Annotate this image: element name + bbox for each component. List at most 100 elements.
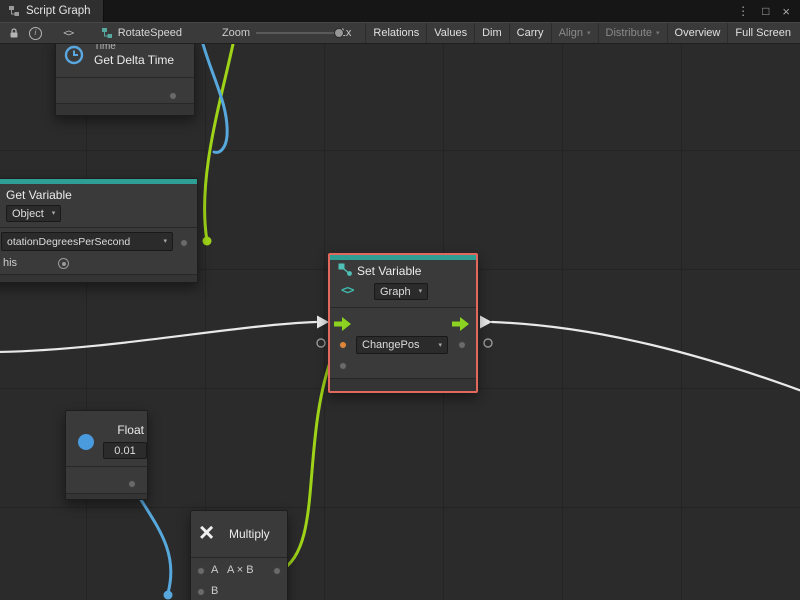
variable-header-strip	[330, 255, 476, 260]
align-label: Align	[559, 27, 583, 39]
carry-button[interactable]: Carry	[509, 23, 551, 43]
overview-label: Overview	[675, 27, 721, 39]
input-b-label: B	[211, 585, 218, 597]
variable-scope-dropdown[interactable]: Object ▾	[6, 205, 61, 222]
value-input-port[interactable]	[338, 340, 348, 350]
delta-time-output-port[interactable]	[168, 91, 178, 101]
values-button[interactable]: Values	[426, 23, 474, 43]
tab-title: Script Graph	[26, 5, 91, 17]
node-multiply[interactable]: × Multiply A A × B B	[190, 510, 288, 600]
fullscreen-label: Full Screen	[735, 27, 791, 39]
wire-green-endpoint[interactable]	[203, 237, 212, 246]
node-set-variable[interactable]: Set Variable <> Graph ▾ ChangePos ▾	[328, 253, 478, 393]
zoom-slider-track	[256, 32, 334, 34]
divider	[0, 227, 197, 228]
node-category: Time	[94, 44, 116, 52]
wire-flow-in[interactable]	[0, 322, 316, 352]
multiply-input-a-port[interactable]	[196, 566, 206, 576]
float-icon	[78, 434, 94, 450]
distribute-label: Distribute	[606, 27, 652, 39]
distribute-button[interactable]: Distribute ▾	[598, 23, 667, 43]
overview-button[interactable]: Overview	[667, 23, 728, 43]
graph-reference[interactable]: RotateSpeed	[101, 27, 182, 39]
wire-flow-out[interactable]	[492, 322, 800, 391]
float-output-port[interactable]	[127, 479, 137, 489]
dim-label: Dim	[482, 27, 502, 39]
input-ring-icon	[317, 339, 325, 347]
dim-button[interactable]: Dim	[474, 23, 509, 43]
node-get-delta-time[interactable]: Time Get Delta Time	[55, 44, 195, 116]
align-button[interactable]: Align ▾	[551, 23, 598, 43]
float-value: 0.01	[114, 445, 135, 457]
node-float[interactable]: Float 0.01	[65, 410, 148, 500]
close-icon[interactable]: ×	[782, 5, 790, 18]
wire-blue-top[interactable]	[203, 44, 227, 152]
divider	[56, 77, 194, 78]
node-footer	[0, 274, 197, 282]
zoom-slider-knob[interactable]	[334, 28, 344, 38]
divider	[66, 466, 147, 467]
fullscreen-button[interactable]: Full Screen	[727, 23, 798, 43]
values-label: Values	[434, 27, 467, 39]
unity-script-graph-window: Script Graph ⋮ □ × i <> Rotate	[0, 0, 800, 600]
window-controls: ⋮ □ ×	[737, 0, 800, 22]
code-icon[interactable]: <>	[60, 24, 77, 42]
variable-header-strip	[0, 179, 197, 184]
multiply-output-port[interactable]	[272, 566, 282, 576]
flow-out-arrowhead-icon	[480, 316, 492, 329]
variable-icon	[338, 263, 353, 277]
relations-button[interactable]: Relations	[365, 23, 426, 43]
target-picker-icon[interactable]	[58, 258, 69, 269]
divider	[330, 307, 476, 308]
wire-multiply-to-setvariable[interactable]	[280, 351, 334, 571]
node-footer	[66, 493, 147, 499]
node-title: Get Variable	[6, 188, 72, 202]
chevron-down-icon: ▾	[656, 30, 660, 37]
variable-name-dropdown[interactable]: ChangePos ▾	[356, 336, 448, 354]
info-icon[interactable]: i	[27, 24, 44, 42]
node-footer	[330, 378, 476, 391]
chevron-down-icon: ▾	[52, 210, 56, 217]
variable-value-output-port[interactable]	[179, 238, 189, 248]
wire-green-top[interactable]	[205, 44, 233, 241]
input-a-label: A	[211, 564, 218, 576]
node-title: Set Variable	[357, 264, 421, 278]
tab-bar: Script Graph ⋮ □ ×	[0, 0, 800, 22]
node-title: Float	[106, 423, 144, 437]
variable-scope-dropdown[interactable]: Graph ▾	[374, 283, 428, 300]
output-ring-icon	[484, 339, 492, 347]
variable-name-label: otationDegreesPerSecond	[7, 236, 130, 248]
flow-input-port[interactable]	[334, 317, 351, 331]
graph-toolbar: i <> RotateSpeed Zoom 1x Relations Value…	[0, 22, 800, 44]
clock-icon	[64, 45, 84, 65]
value-output-port[interactable]	[457, 340, 467, 350]
target-input-port[interactable]	[338, 361, 348, 371]
chevron-down-icon: ▾	[163, 238, 167, 245]
divider	[191, 557, 287, 558]
flow-output-port[interactable]	[452, 317, 469, 331]
variable-name-dropdown[interactable]: otationDegreesPerSecond ▾	[1, 232, 173, 251]
chevron-down-icon: ▾	[438, 342, 442, 349]
graph-asset-icon	[101, 27, 113, 39]
window-menu-icon[interactable]: ⋮	[737, 5, 749, 17]
graph-name: RotateSpeed	[118, 27, 182, 39]
chevron-down-icon: ▾	[587, 30, 591, 37]
node-title: Get Delta Time	[94, 53, 174, 67]
lock-icon-glyph	[8, 27, 20, 39]
zoom-slider[interactable]	[256, 26, 334, 40]
node-title: Multiply	[229, 527, 270, 541]
scope-label: Object	[12, 208, 44, 220]
carry-label: Carry	[517, 27, 544, 39]
script-graph-icon	[8, 5, 20, 17]
tab-script-graph[interactable]: Script Graph	[0, 0, 104, 22]
maximize-icon[interactable]: □	[762, 5, 769, 17]
lock-icon[interactable]	[6, 24, 23, 42]
chevron-down-icon: ▾	[419, 288, 423, 295]
multiply-input-b-port[interactable]	[196, 587, 206, 597]
node-get-variable[interactable]: Get Variable Object ▾ otationDegreesPerS…	[0, 178, 198, 283]
graph-canvas[interactable]: Time Get Delta Time Get Variable Object …	[0, 44, 800, 600]
output-label: A × B	[227, 564, 254, 576]
zoom-label: Zoom	[222, 27, 250, 39]
wire-blue-endpoint[interactable]	[164, 591, 173, 600]
float-value-field[interactable]: 0.01	[103, 442, 147, 459]
